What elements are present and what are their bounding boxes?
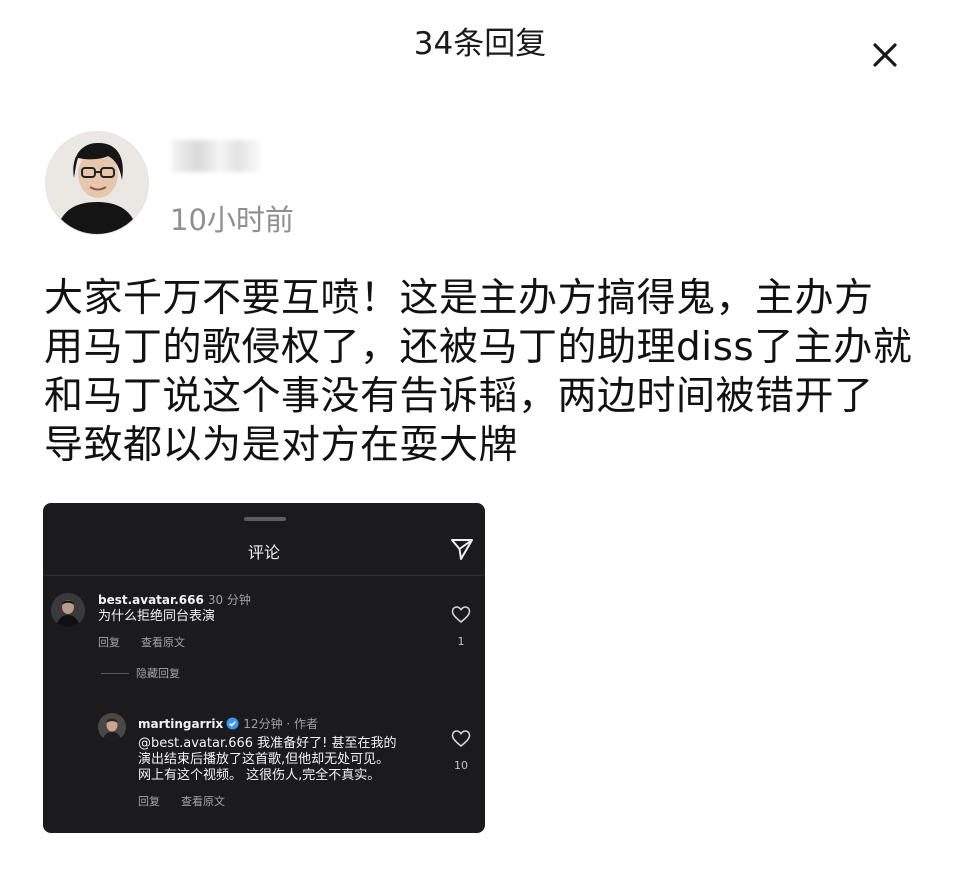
reply-username[interactable]: martingarrix [138,717,223,731]
comment-time: 30 分钟 [207,593,251,607]
reply-header: martingarrix 12分钟 · 作者 [138,715,318,732]
divider [43,575,485,576]
comment-text: 为什么拒绝同台表演 [98,609,216,624]
post-line: 和马丁说这个事没有告诉韬，两边时间被错开了 [44,374,874,419]
embedded-screenshot[interactable]: 评论 best.avatar.666 30 分钟 为什么拒绝同台表演 回复 查看原… [43,503,485,833]
avatar-photo [98,713,126,741]
comment-header: best.avatar.666 30 分钟 [98,591,251,608]
reply-text-line: 网上有这个视频。 这很伤人,完全不真实。 [138,768,381,783]
heart-icon[interactable] [451,605,471,625]
verified-badge-icon [226,717,239,730]
comment-username[interactable]: best.avatar.666 [98,593,204,607]
heart-icon[interactable] [451,729,471,749]
avatar-photo [51,593,85,627]
reply-text-line: 演出结束后播放了这首歌,但他却无处可见。 [138,752,390,767]
reply-button[interactable]: 回复 [98,634,120,650]
close-icon[interactable] [866,36,904,74]
avatar-photo [46,132,148,234]
username-redacted [172,140,260,172]
reply-time: 12分钟 · 作者 [243,717,319,731]
reply-avatar[interactable] [98,713,126,741]
avatar[interactable] [45,131,149,235]
reply-text: @best.avatar.666 我准备好了! 甚至在我的 演出结束后播放了这首… [138,736,397,784]
post-timestamp: 10小时前 [170,203,294,237]
view-original-button[interactable]: 查看原文 [141,634,185,650]
send-icon[interactable] [449,536,475,562]
thread-line [101,673,129,674]
like-count: 10 [454,759,468,772]
post-line: 大家千万不要互喷！这是主办方搞得鬼，主办方 [44,276,874,321]
comment-avatar[interactable] [51,593,85,627]
reply-text-line: @best.avatar.666 我准备好了! 甚至在我的 [138,736,397,751]
view-original-button[interactable]: 查看原文 [181,793,225,809]
embed-title: 评论 [247,543,280,562]
page-title: 34条回复 [413,26,547,62]
drag-handle[interactable] [244,517,286,521]
like-count: 1 [457,635,465,648]
reply-button[interactable]: 回复 [138,793,160,809]
post-line: 用马丁的歌侵权了，还被马丁的助理diss了主办就 [44,325,913,370]
post-line: 导致都以为是对方在耍大牌 [44,423,519,468]
post-body: 大家千万不要互喷！这是主办方搞得鬼，主办方 用马丁的歌侵权了，还被马丁的助理di… [44,274,924,470]
hide-replies-button[interactable]: 隐藏回复 [136,665,180,681]
